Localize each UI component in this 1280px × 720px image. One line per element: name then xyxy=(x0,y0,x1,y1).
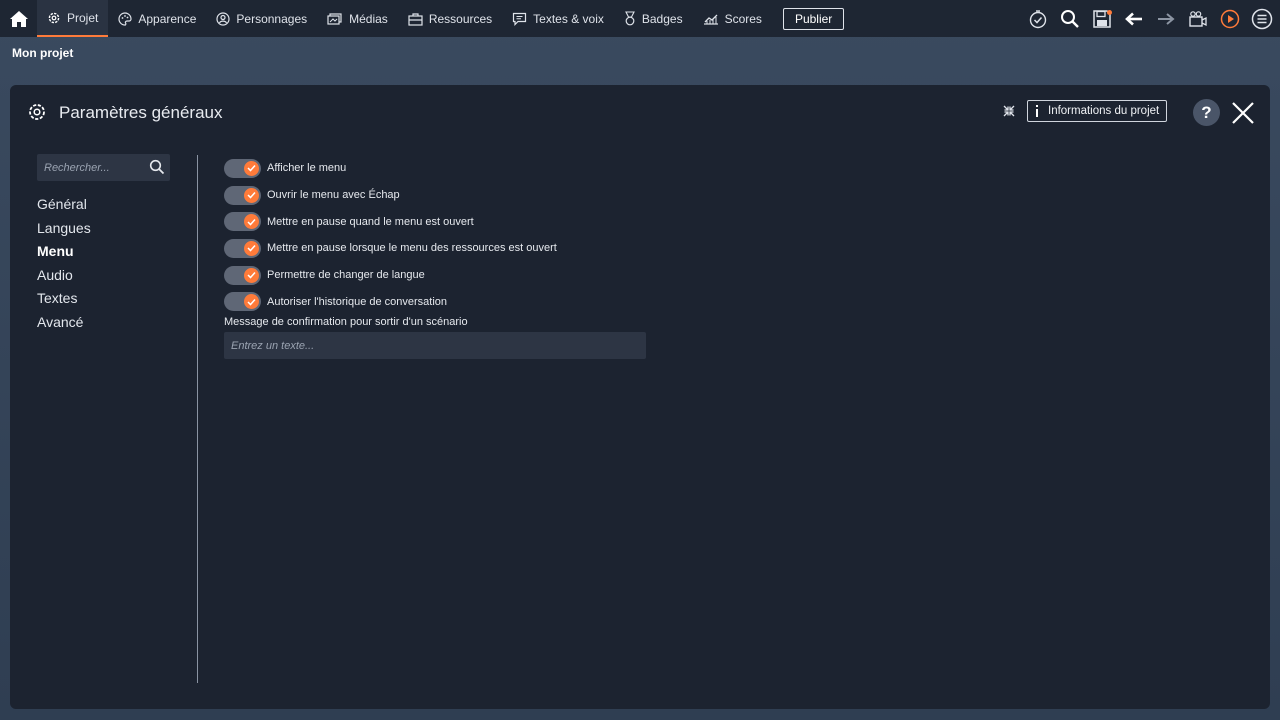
top-toolbar: Projet Apparence Personnages Médias Ress… xyxy=(0,0,1280,37)
option-row: Ouvrir le menu avec Échap xyxy=(224,182,557,209)
play-button[interactable] xyxy=(1218,7,1242,31)
panel-header: Paramètres généraux Informations du proj… xyxy=(10,85,1270,139)
nav-textes-voix[interactable]: Textes & voix xyxy=(502,0,614,37)
sidebar-item-audio[interactable]: Audio xyxy=(37,267,91,291)
check-icon xyxy=(244,214,259,230)
info-button-label: Informations du projet xyxy=(1048,105,1160,117)
option-label: Afficher le menu xyxy=(267,162,347,175)
settings-sidebar: Général Langues Menu Audio Textes Avancé xyxy=(37,196,91,338)
nav-projet[interactable]: Projet xyxy=(37,0,109,37)
check-clock-button[interactable] xyxy=(1026,7,1050,31)
video-button[interactable] xyxy=(1186,7,1210,31)
option-label: Permettre de changer de langue xyxy=(267,269,425,282)
home-button[interactable] xyxy=(0,0,37,37)
character-icon xyxy=(216,11,231,26)
menu-options: Afficher le menu Ouvrir le menu avec Éch… xyxy=(224,155,557,315)
menu-icon xyxy=(1251,8,1273,29)
nav-ressources[interactable]: Ressources xyxy=(398,0,502,37)
home-icon xyxy=(9,10,28,27)
sidebar-item-menu[interactable]: Menu xyxy=(37,243,91,267)
option-row: Mettre en pause quand le menu est ouvert xyxy=(224,208,557,235)
option-label: Mettre en pause quand le menu est ouvert xyxy=(267,215,474,228)
chart-icon xyxy=(703,14,718,25)
palette-icon xyxy=(118,11,132,26)
speech-icon xyxy=(513,12,527,26)
toggle-switch[interactable] xyxy=(224,265,261,285)
redo-icon xyxy=(1158,12,1175,25)
option-label: Mettre en pause lorsque le menu des ress… xyxy=(267,242,557,255)
nav-label: Médias xyxy=(349,11,388,26)
toolbar-actions xyxy=(1026,0,1274,37)
settings-panel: Paramètres généraux Informations du proj… xyxy=(10,85,1270,709)
collapse-icon[interactable] xyxy=(1002,104,1016,118)
check-icon xyxy=(244,294,259,310)
search-input[interactable] xyxy=(37,154,152,181)
unsaved-indicator xyxy=(1107,9,1112,15)
check-clock-icon xyxy=(1029,9,1047,28)
search-button[interactable] xyxy=(1058,7,1082,31)
nav-apparence[interactable]: Apparence xyxy=(108,0,206,37)
sidebar-item-textes[interactable]: Textes xyxy=(37,290,91,314)
info-icon xyxy=(1036,105,1038,117)
confirm-message-label: Message de confirmation pour sortir d'un… xyxy=(224,316,468,328)
search-icon[interactable] xyxy=(149,159,165,175)
publish-button[interactable]: Publier xyxy=(782,7,845,30)
project-info-button[interactable]: Informations du projet xyxy=(1027,100,1168,122)
undo-button[interactable] xyxy=(1122,7,1146,31)
nav-scores[interactable]: Scores xyxy=(693,0,772,37)
medal-icon xyxy=(624,11,635,26)
close-icon[interactable] xyxy=(1231,101,1255,125)
check-icon xyxy=(244,240,259,256)
media-icon xyxy=(327,12,342,25)
nav-label: Personnages xyxy=(236,11,308,26)
breadcrumb: Mon projet xyxy=(12,46,74,60)
sidebar-item-general[interactable]: Général xyxy=(37,196,91,220)
option-label: Autoriser l'historique de conversation xyxy=(267,295,448,308)
main-nav: Projet Apparence Personnages Médias Ress… xyxy=(37,0,845,37)
option-row: Afficher le menu xyxy=(224,155,557,182)
nav-label: Scores xyxy=(724,11,762,26)
check-icon xyxy=(244,187,259,203)
nav-personnages[interactable]: Personnages xyxy=(206,0,317,37)
toggle-switch[interactable] xyxy=(224,238,261,258)
option-row: Permettre de changer de langue xyxy=(224,262,557,289)
help-button[interactable]: ? xyxy=(1193,99,1220,126)
check-icon xyxy=(244,160,259,176)
redo-button[interactable] xyxy=(1154,7,1178,31)
nav-label: Textes & voix xyxy=(533,11,604,26)
video-icon xyxy=(1189,10,1207,27)
sidebar-item-avance[interactable]: Avancé xyxy=(37,314,91,338)
nav-badges[interactable]: Badges xyxy=(614,0,693,37)
gear-icon xyxy=(48,12,60,23)
play-icon xyxy=(1220,9,1240,28)
search-icon xyxy=(1061,9,1079,28)
nav-medias[interactable]: Médias xyxy=(317,0,398,37)
option-row: Mettre en pause lorsque le menu des ress… xyxy=(224,235,557,262)
gear-icon xyxy=(29,104,45,120)
panel-title: Paramètres généraux xyxy=(59,103,223,122)
toggle-switch[interactable] xyxy=(224,158,261,178)
save-button[interactable] xyxy=(1090,7,1114,31)
nav-label: Badges xyxy=(641,11,683,26)
nav-label: Projet xyxy=(67,10,99,25)
confirm-message-input[interactable] xyxy=(224,332,646,359)
toggle-switch[interactable] xyxy=(224,185,261,205)
option-row: Autoriser l'historique de conversation xyxy=(224,288,557,315)
option-label: Ouvrir le menu avec Échap xyxy=(267,189,400,202)
nav-label: Ressources xyxy=(428,11,493,26)
vertical-divider xyxy=(197,155,198,683)
nav-label: Apparence xyxy=(138,11,197,26)
search-box xyxy=(37,154,170,181)
toggle-switch[interactable] xyxy=(224,212,261,232)
main-menu-button[interactable] xyxy=(1250,7,1274,31)
sidebar-item-langues[interactable]: Langues xyxy=(37,220,91,244)
toggle-switch[interactable] xyxy=(224,292,261,312)
briefcase-icon xyxy=(408,12,423,26)
check-icon xyxy=(244,267,259,283)
undo-icon xyxy=(1125,12,1142,25)
